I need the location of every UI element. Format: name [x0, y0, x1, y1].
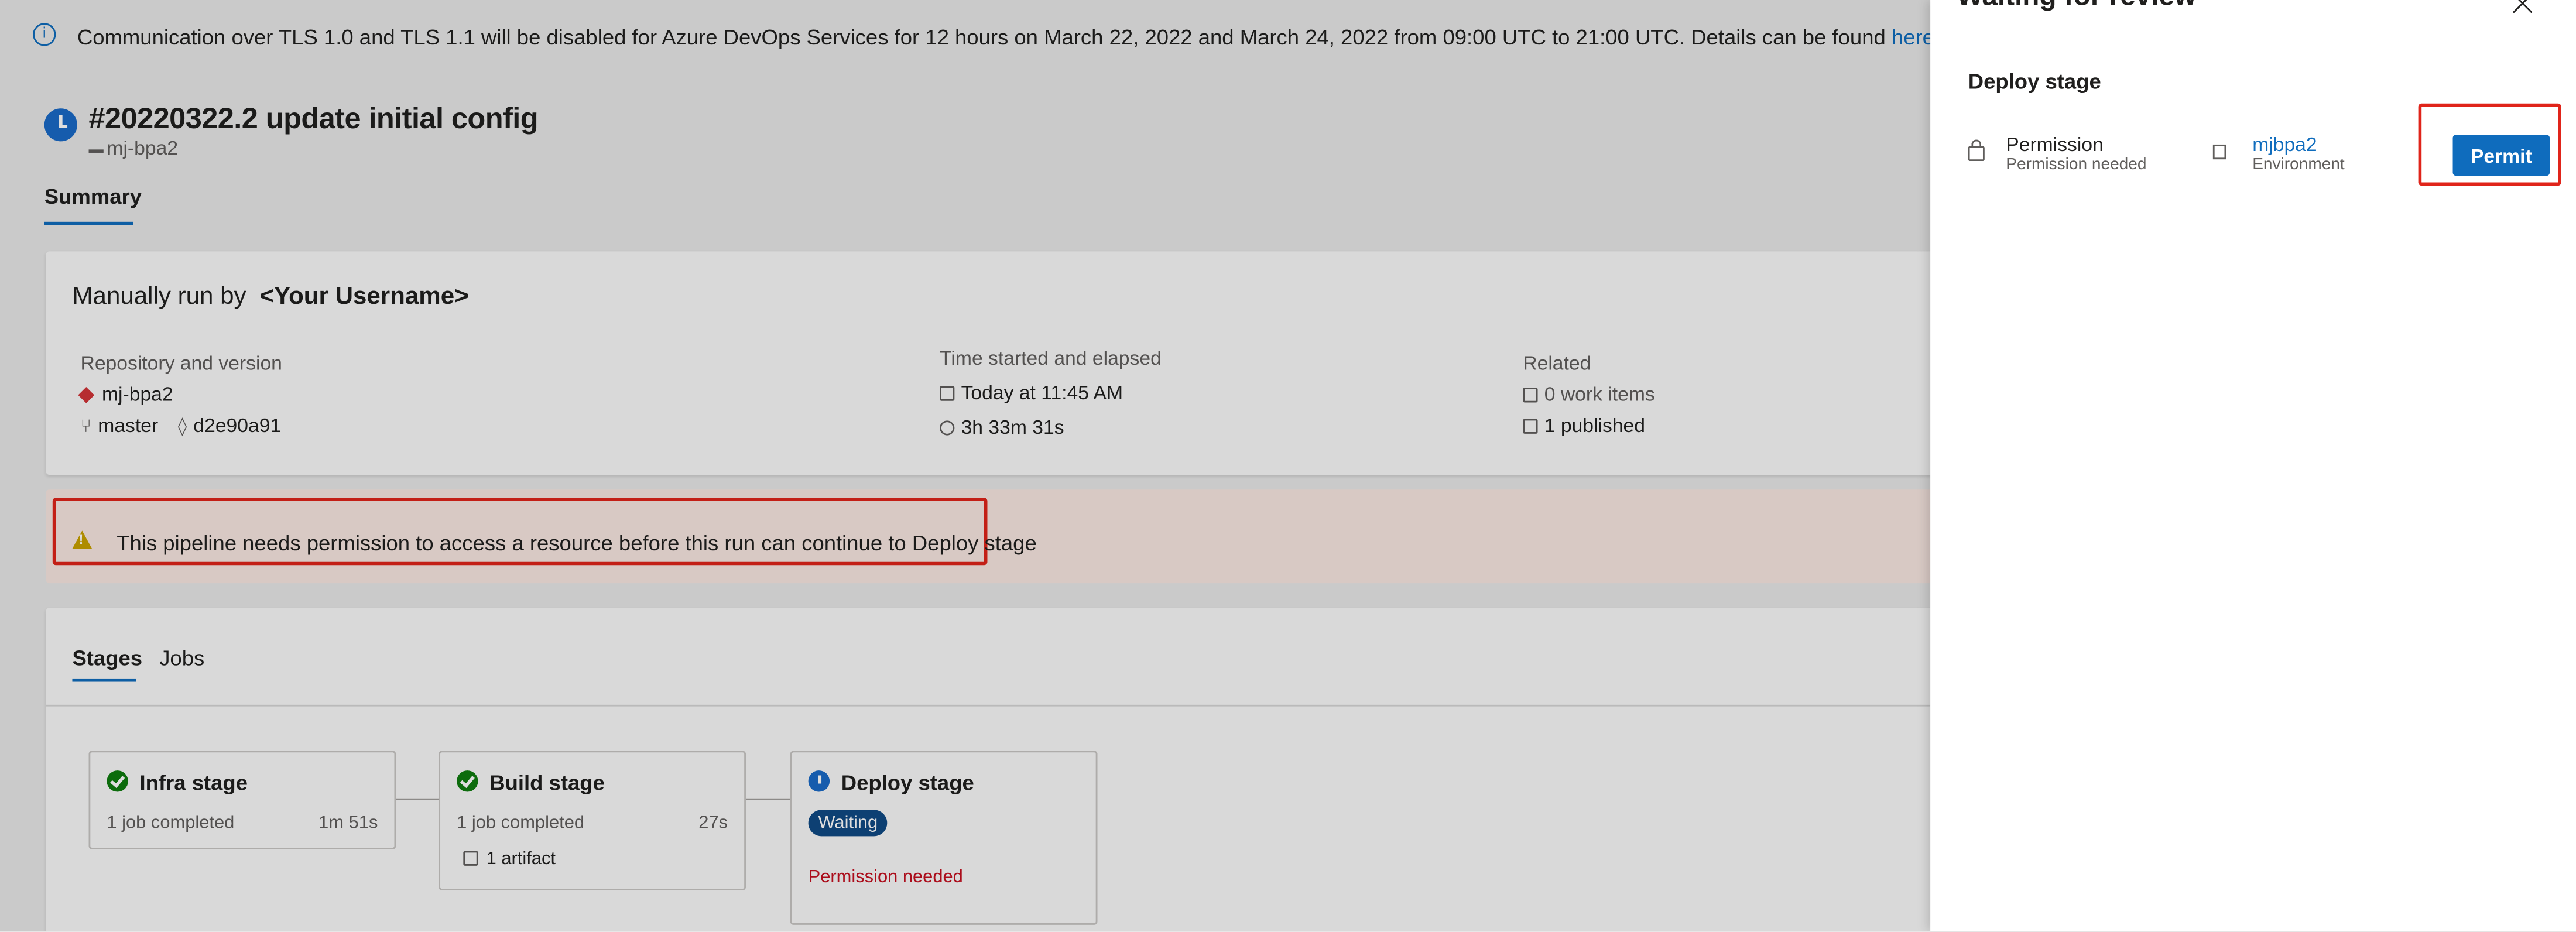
waiting-clock-icon [808, 770, 830, 792]
published-link[interactable]: 1 published [1523, 414, 1645, 437]
tab-summary-underline [44, 221, 133, 225]
run-by-user[interactable]: <Your Username> [260, 283, 469, 311]
clock-icon [940, 419, 955, 435]
calendar-icon [940, 385, 955, 400]
stage-name: Infra stage [139, 770, 248, 796]
permission-warning: This pipeline needs permission to access… [46, 489, 1931, 584]
work-items-link[interactable]: 0 work items [1523, 382, 1655, 406]
lock-icon [1968, 139, 1985, 161]
summary-card: Manually run by <Your Username> Reposito… [46, 251, 1931, 475]
banner-message: Communication over TLS 1.0 and TLS 1.1 w… [77, 25, 1892, 50]
stage-duration: 1m 51s [318, 813, 378, 833]
manual-run-info: Manually run by <Your Username> [72, 283, 468, 311]
time-label: Time started and elapsed [940, 347, 1162, 370]
elapsed-time: 3h 33m 31s [940, 416, 1064, 438]
stage-job-count: 1 job completed [457, 813, 585, 833]
manual-run-label: Manually run by [72, 282, 246, 311]
environment-icon [2212, 144, 2226, 160]
stage-name: Deploy stage [841, 770, 974, 796]
commit-icon: ◊ [177, 414, 187, 437]
tab-summary[interactable]: Summary [44, 184, 142, 208]
tab-stages[interactable]: Stages [72, 646, 142, 670]
repo-name: mj-bpa2 [101, 382, 173, 406]
stage-name: Build stage [489, 770, 605, 796]
repo-icon [88, 136, 104, 153]
tls-notice-banner: i Communication over TLS 1.0 and TLS 1.1… [0, 0, 1930, 72]
success-check-icon [107, 770, 128, 792]
stages-card: Stages Jobs Infra stage 1 job completed … [46, 608, 1931, 932]
success-check-icon [457, 770, 478, 792]
commit-id[interactable]: d2e90a91 [193, 414, 281, 437]
environment-link[interactable]: mjbpa2 [2252, 133, 2317, 156]
banner-link[interactable]: here [1892, 25, 1930, 49]
start-time-text: Today at 11:45 AM [961, 381, 1123, 405]
tab-stages-underline [72, 678, 136, 682]
elapsed-time-text: 3h 33m 31s [961, 415, 1064, 439]
permission-title: Permission [2006, 133, 2104, 156]
branch-icon: ⑂ [80, 414, 92, 437]
work-items-text: 0 work items [1544, 382, 1655, 406]
start-time: Today at 11:45 AM [940, 381, 1123, 404]
stage-artifact-text: 1 artifact [486, 849, 556, 869]
stage-status-text: Permission needed [808, 867, 963, 888]
panel-title: Waiting for review [1957, 0, 2196, 13]
repo-version-label: Repository and version [80, 351, 282, 375]
stage-duration: 27s [698, 813, 728, 833]
published-text: 1 published [1544, 414, 1646, 437]
artifact-icon [463, 851, 478, 866]
repo-subtitle[interactable]: mj-bpa2 [88, 136, 179, 160]
environment-label: Environment [2252, 156, 2345, 174]
stage-artifact[interactable]: 1 artifact [463, 849, 556, 869]
pipeline-run-page: i Communication over TLS 1.0 and TLS 1.1… [0, 0, 1931, 932]
stage-connector [396, 798, 439, 800]
panel-section-title: Deploy stage [1968, 68, 2101, 94]
status-badge: Waiting [808, 810, 888, 837]
stage-job-count: 1 job completed [107, 813, 235, 833]
warning-icon [72, 530, 93, 549]
work-item-icon [1523, 386, 1538, 402]
branch-name[interactable]: master [98, 414, 158, 437]
stage-deploy[interactable]: Deploy stage Waiting Permission needed [790, 751, 1098, 925]
permission-subtitle: Permission needed [2006, 156, 2147, 174]
repo-subtitle-text: mj-bpa2 [107, 136, 179, 160]
info-icon: i [33, 23, 56, 46]
git-icon [78, 386, 95, 403]
review-panel: Waiting for review Deploy stage Permissi… [1930, 0, 2576, 932]
tab-jobs[interactable]: Jobs [159, 646, 204, 670]
banner-text: Communication over TLS 1.0 and TLS 1.1 w… [77, 25, 1930, 49]
related-label: Related [1523, 351, 1591, 375]
close-icon[interactable] [2510, 0, 2537, 16]
artifact-icon [1523, 418, 1538, 433]
page-title: #20220322.2 update initial config [88, 101, 539, 135]
branch-commit: ⑂ master ◊ d2e90a91 [80, 414, 281, 437]
stage-infra[interactable]: Infra stage 1 job completed 1m 51s [88, 751, 396, 849]
repo-link[interactable]: mj-bpa2 [78, 382, 173, 406]
divider [46, 704, 1931, 707]
permit-button[interactable]: Permit [2452, 135, 2550, 176]
stage-connector [745, 798, 790, 800]
clock-status-icon [44, 108, 77, 142]
warning-text: This pipeline needs permission to access… [117, 530, 1037, 556]
stage-build[interactable]: Build stage 1 job completed 27s 1 artifa… [439, 751, 746, 890]
